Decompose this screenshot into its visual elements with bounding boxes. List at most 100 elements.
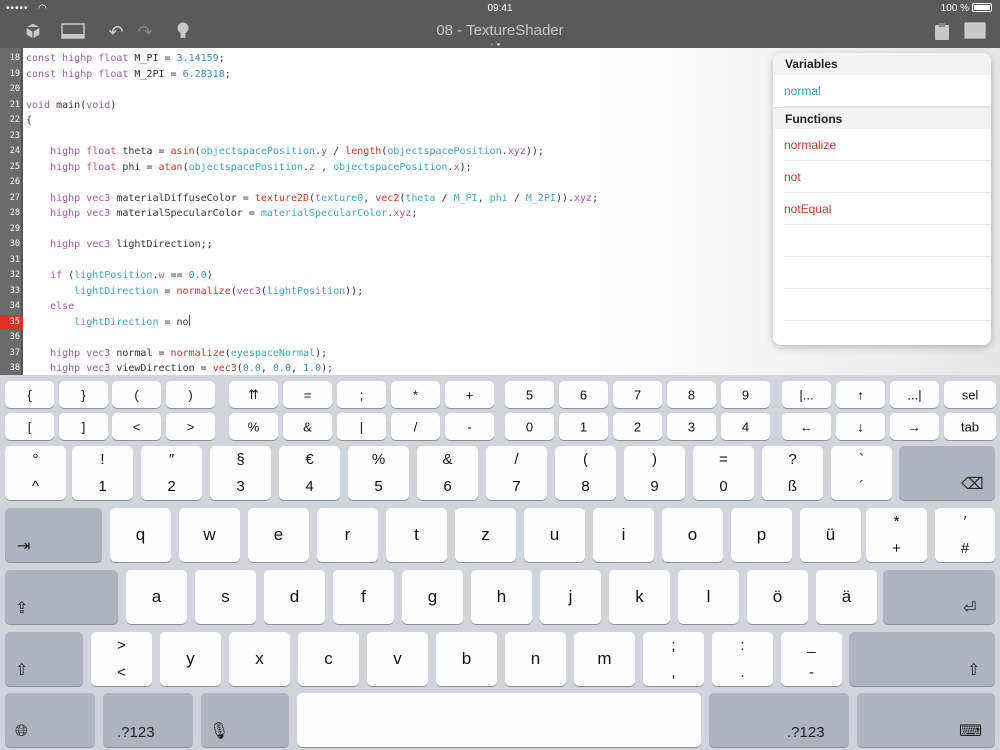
accessory-key[interactable]: < — [112, 413, 161, 440]
hide-keyboard-key[interactable]: ⌨ — [857, 693, 995, 747]
accessory-key[interactable]: 0 — [505, 413, 554, 440]
letter-key[interactable]: m — [574, 632, 635, 686]
autocomplete-popup[interactable]: Variables normal Functions normalize not… — [773, 53, 991, 345]
letter-key[interactable]: ö — [747, 570, 808, 624]
letter-key[interactable]: z — [455, 508, 516, 562]
accessory-key[interactable]: | — [337, 413, 386, 440]
shift-key[interactable]: ⇧ — [849, 632, 995, 686]
letter-key[interactable]: a — [126, 570, 187, 624]
accessory-key[interactable]: } — [59, 381, 108, 408]
number-key[interactable]: § 3 — [210, 446, 271, 500]
number-key[interactable]: /7 — [486, 446, 547, 500]
accessory-key[interactable]: ↓ — [836, 413, 885, 440]
letter-key[interactable]: c — [298, 632, 359, 686]
letter-key[interactable]: h — [471, 570, 532, 624]
letter-key[interactable]: t — [386, 508, 447, 562]
symbol-key[interactable]: :. — [712, 632, 773, 686]
number-key[interactable]: ) 9 — [624, 446, 685, 500]
accessory-key[interactable]: ⇈ — [229, 381, 278, 408]
number-key[interactable]: (8 — [555, 446, 616, 500]
accessory-key[interactable]: → — [890, 413, 939, 440]
letter-key[interactable]: y — [160, 632, 221, 686]
suggestion-variable[interactable]: normal — [784, 75, 991, 107]
space-bar[interactable] — [297, 693, 701, 747]
letter-key[interactable]: v — [367, 632, 428, 686]
clipboard-icon[interactable] — [932, 22, 952, 42]
suggestion-function[interactable]: notEqual — [784, 193, 991, 225]
accessory-key[interactable]: > — [166, 413, 215, 440]
letter-key[interactable]: l — [678, 570, 739, 624]
backspace-key[interactable]: ⌫ — [899, 446, 995, 500]
numbers-key[interactable]: .?123 — [709, 693, 849, 747]
accessory-key[interactable]: * — [391, 381, 440, 408]
letter-key[interactable]: f — [333, 570, 394, 624]
number-key[interactable]: & 6 — [417, 446, 478, 500]
return-key[interactable]: ⏎ — [883, 570, 995, 624]
accessory-key[interactable]: 9 — [721, 381, 770, 408]
accessory-key[interactable]: |... — [782, 381, 831, 408]
letter-key[interactable]: k — [609, 570, 670, 624]
symbol-key[interactable]: _ - — [781, 632, 842, 686]
symbol-key[interactable]: ;, — [643, 632, 704, 686]
letter-key[interactable]: j — [540, 570, 601, 624]
number-key[interactable]: ? ß — [762, 446, 823, 500]
accessory-key[interactable]: ] — [59, 413, 108, 440]
accessory-key[interactable]: + — [445, 381, 494, 408]
letter-key[interactable]: p — [731, 508, 792, 562]
tab-key[interactable]: ⇥ — [5, 508, 102, 562]
caps-lock-key[interactable]: ⇪ — [5, 570, 118, 624]
letter-key[interactable]: g — [402, 570, 463, 624]
suggestion-function[interactable]: normalize — [784, 129, 991, 161]
accessory-key[interactable]: sel — [944, 381, 996, 408]
letter-key[interactable]: n — [505, 632, 566, 686]
letter-key[interactable]: b — [436, 632, 497, 686]
number-key[interactable]: ″ 2 — [141, 446, 202, 500]
accessory-key[interactable]: ) — [166, 381, 215, 408]
letter-key[interactable]: u — [524, 508, 585, 562]
accessory-key[interactable]: / — [391, 413, 440, 440]
letter-key[interactable]: o — [662, 508, 723, 562]
fullscreen-icon[interactable] — [962, 22, 988, 42]
number-key[interactable]: = 0 — [693, 446, 754, 500]
letter-key[interactable]: i — [593, 508, 654, 562]
numbers-key[interactable]: .?123 — [103, 693, 193, 747]
suggestion-function[interactable]: not — [784, 161, 991, 193]
globe-key[interactable]: 🌐︎ — [5, 693, 95, 747]
accessory-key[interactable]: ↑ — [836, 381, 885, 408]
shift-key[interactable]: ⇧ — [5, 632, 83, 686]
number-key[interactable]: €4 — [279, 446, 340, 500]
number-key[interactable]: % 5 — [348, 446, 409, 500]
accessory-key[interactable]: 5 — [505, 381, 554, 408]
number-key[interactable]: ! 1 — [72, 446, 133, 500]
letter-key[interactable]: w — [179, 508, 240, 562]
accessory-key[interactable]: [ — [5, 413, 54, 440]
letter-key[interactable]: x — [229, 632, 290, 686]
accessory-key[interactable]: & — [283, 413, 332, 440]
accessory-key[interactable]: - — [445, 413, 494, 440]
accessory-key[interactable]: ...| — [890, 381, 939, 408]
number-key[interactable]: ° ^ — [5, 446, 66, 500]
accessory-key[interactable]: 4 — [721, 413, 770, 440]
number-key[interactable]: ` ´ — [831, 446, 892, 500]
accessory-key[interactable]: ( — [112, 381, 161, 408]
symbol-key[interactable]: ′ # — [935, 508, 995, 562]
accessory-key[interactable]: tab — [944, 413, 996, 440]
accessory-key[interactable]: 1 — [559, 413, 608, 440]
dictation-key[interactable]: 🎙︎ — [201, 693, 289, 747]
letter-key[interactable]: d — [264, 570, 325, 624]
symbol-key[interactable]: > < — [91, 632, 152, 686]
accessory-key[interactable]: 3 — [667, 413, 716, 440]
letter-key[interactable]: ü — [800, 508, 861, 562]
accessory-key[interactable]: ← — [782, 413, 831, 440]
accessory-key[interactable]: 7 — [613, 381, 662, 408]
letter-key[interactable]: s — [195, 570, 256, 624]
accessory-key[interactable]: { — [5, 381, 54, 408]
accessory-key[interactable]: ; — [337, 381, 386, 408]
accessory-key[interactable]: 6 — [559, 381, 608, 408]
letter-key[interactable]: q — [110, 508, 171, 562]
letter-key[interactable]: ä — [816, 570, 877, 624]
letter-key[interactable]: r — [317, 508, 378, 562]
symbol-key[interactable]: * + — [866, 508, 927, 562]
accessory-key[interactable]: = — [283, 381, 332, 408]
accessory-key[interactable]: 2 — [613, 413, 662, 440]
